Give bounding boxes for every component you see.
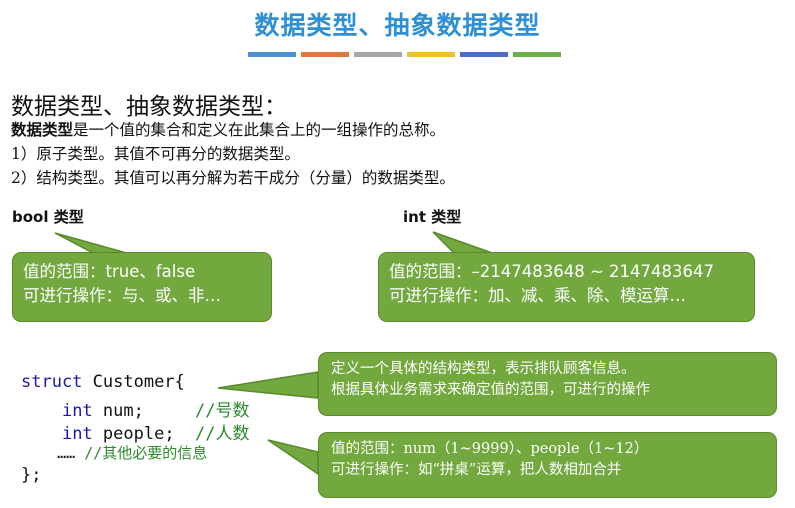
struct-name: Customer{ bbox=[82, 372, 185, 392]
struct-callout-tail bbox=[217, 371, 319, 399]
bool-bubble-tail bbox=[54, 232, 131, 255]
code-line-num: int num; //号数 bbox=[21, 396, 250, 421]
code-line-closing: }; bbox=[21, 465, 42, 485]
code-line-people: int people; //人数 bbox=[21, 419, 250, 444]
code-ellipsis: …… bbox=[57, 444, 76, 462]
keyword-struct: struct bbox=[21, 372, 83, 392]
bool-info-bubble: 值的范围：true、false 可进行操作：与、或、非… bbox=[12, 252, 272, 322]
code-line-other: …… //其他必要的信息 bbox=[21, 442, 207, 463]
int-operations: 可进行操作：加、减、乘、除、模运算… bbox=[389, 286, 686, 305]
int-info-bubble: 值的范围：–2147483648 ~ 2147483647 可进行操作：加、减、… bbox=[378, 252, 755, 322]
comment-people: //人数 bbox=[195, 424, 250, 444]
int-bubble-tail bbox=[432, 231, 496, 255]
field-num: num; bbox=[92, 401, 196, 421]
field-people: people; bbox=[92, 424, 196, 444]
struct-callout-line1: 定义一个具体的结构类型，表示排队顾客信息。 bbox=[331, 361, 636, 377]
int-type-label: int 类型 bbox=[403, 208, 462, 226]
comment-num: //号数 bbox=[195, 401, 250, 421]
keyword-int: int bbox=[61, 401, 93, 421]
int-range: 值的范围：–2147483648 ~ 2147483647 bbox=[389, 262, 715, 281]
values-callout-tail bbox=[267, 439, 319, 476]
comment-other: //其他必要的信息 bbox=[75, 444, 208, 462]
bool-range: 值的范围：true、false bbox=[23, 262, 196, 281]
struct-callout-line2: 根据具体业务需求来确定值的范围，可进行的操作 bbox=[331, 382, 650, 398]
values-explanation-callout: 值的范围：num（1~9999）、people（1~12） 可进行操作：如“拼桌… bbox=[318, 432, 777, 498]
keyword-int: int bbox=[61, 424, 93, 444]
struct-explanation-callout: 定义一个具体的结构类型，表示排队顾客信息。 根据具体业务需求来确定值的范围，可进… bbox=[318, 352, 777, 416]
values-callout-line2: 可进行操作：如“拼桌”运算，把人数相加合并 bbox=[331, 462, 622, 478]
code-line-struct: struct Customer{ bbox=[21, 372, 185, 392]
values-callout-line1: 值的范围：num（1~9999）、people（1~12） bbox=[331, 441, 649, 457]
bool-operations: 可进行操作：与、或、非… bbox=[23, 286, 221, 305]
